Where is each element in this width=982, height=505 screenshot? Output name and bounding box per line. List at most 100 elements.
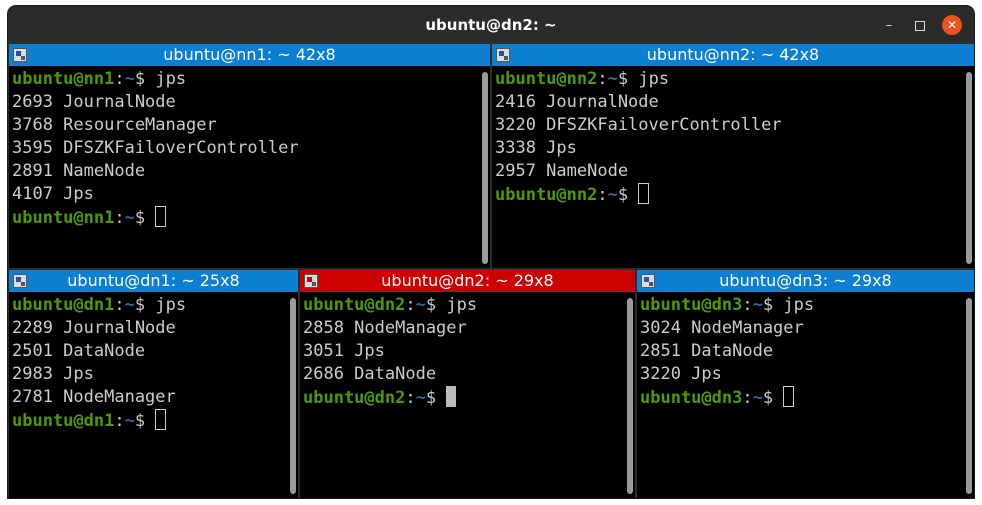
output-line: 2957 NameNode <box>495 161 629 181</box>
text-cursor <box>783 386 795 407</box>
prompt-user: ubuntu@dn3 <box>640 295 743 315</box>
terminal-menu-icon[interactable] <box>496 48 510 62</box>
output-line: 2686 DataNode <box>303 364 437 384</box>
terminal-menu-icon[interactable] <box>641 274 655 288</box>
prompt-user: ubuntu@dn2 <box>303 388 406 408</box>
prompt-separator: : <box>742 295 753 315</box>
command-line: ubuntu@dn3:~$ jps <box>640 294 962 317</box>
scrollbar[interactable] <box>482 72 488 264</box>
prompt-symbol: $ <box>134 411 156 431</box>
pane-title: ubuntu@nn2: ~ 42x8 <box>646 45 820 64</box>
terminal-menu-icon[interactable] <box>13 274 27 288</box>
prompt-separator: : <box>114 295 125 315</box>
terminal-menu-icon[interactable] <box>13 48 27 62</box>
output-line: 3338 Jps <box>495 138 577 158</box>
pane-title: ubuntu@dn2: ~ 29x8 <box>381 271 554 290</box>
pane-header-dn1[interactable]: ubuntu@dn1: ~ 25x8 <box>9 270 298 292</box>
output-line: 2851 DataNode <box>640 341 774 361</box>
prompt-separator: : <box>742 388 753 408</box>
output-line: 2983 Jps <box>12 364 94 384</box>
scrollbar[interactable] <box>966 298 972 494</box>
prompt-path: ~ <box>415 295 426 315</box>
prompt-path: ~ <box>607 185 618 205</box>
output-line: 3220 DFSZKFailoverController <box>495 115 782 135</box>
prompt-path: ~ <box>124 208 135 228</box>
prompt-symbol: $ <box>762 388 784 408</box>
pane-title: ubuntu@dn1: ~ 25x8 <box>67 271 240 290</box>
prompt-separator: : <box>597 69 608 89</box>
prompt-user: ubuntu@dn3 <box>640 388 743 408</box>
output-line: 2891 NameNode <box>12 161 146 181</box>
terminal-pane-dn2[interactable]: ubuntu@dn2: ~ 29x8 ubuntu@dn2:~$ jps 2858… <box>300 270 635 498</box>
title-bar[interactable]: ubuntu@dn2: ~ – ✕ <box>8 6 974 44</box>
pane-header-dn2-active[interactable]: ubuntu@dn2: ~ 29x8 <box>300 270 635 292</box>
output-line: 2781 NodeManager <box>12 387 176 407</box>
prompt-line: ubuntu@nn1:~$ <box>12 206 478 229</box>
terminal-pane-dn3[interactable]: ubuntu@dn3: ~ 29x8 ubuntu@dn3:~$ jps 3024… <box>637 270 974 498</box>
window-title: ubuntu@dn2: ~ <box>425 16 557 34</box>
prompt-path: ~ <box>752 295 763 315</box>
prompt-separator: : <box>405 388 416 408</box>
terminal-output[interactable]: ubuntu@dn1:~$ jps 2289 JournalNode 2501 Da… <box>12 294 286 498</box>
output-line: 2858 NodeManager <box>303 318 467 338</box>
prompt-symbol: $ <box>425 388 447 408</box>
command-text: jps <box>638 69 670 89</box>
prompt-symbol: $ <box>134 208 156 228</box>
terminal-output[interactable]: ubuntu@dn2:~$ jps 2858 NodeManager 3051 Jp… <box>303 294 623 498</box>
command-line: ubuntu@nn2:~$ jps <box>495 68 962 91</box>
terminal-pane-dn1[interactable]: ubuntu@dn1: ~ 25x8 ubuntu@dn1:~$ jps 2289… <box>9 270 298 498</box>
output-line: 3768 ResourceManager <box>12 115 217 135</box>
prompt-user: ubuntu@dn1 <box>12 295 115 315</box>
minimize-icon[interactable]: – <box>880 16 898 34</box>
output-line: 3051 Jps <box>303 341 385 361</box>
command-text: jps <box>155 69 187 89</box>
prompt-line: ubuntu@dn3:~$ <box>640 386 962 409</box>
terminal-output[interactable]: ubuntu@nn1:~$ jps 2693 JournalNode 3768 Re… <box>12 68 478 268</box>
command-line: ubuntu@dn2:~$ jps <box>303 294 623 317</box>
output-line: 2501 DataNode <box>12 341 146 361</box>
prompt-path: ~ <box>124 295 135 315</box>
prompt-line: ubuntu@dn1:~$ <box>12 409 286 432</box>
prompt-line: ubuntu@dn2:~$ <box>303 386 623 409</box>
command-text: jps <box>155 295 187 315</box>
prompt-symbol: $ <box>617 185 639 205</box>
prompt-user: ubuntu@dn2 <box>303 295 406 315</box>
prompt-user: ubuntu@nn2 <box>495 69 598 89</box>
command-line: ubuntu@nn1:~$ jps <box>12 68 478 91</box>
prompt-separator: : <box>114 411 125 431</box>
text-cursor <box>155 409 167 430</box>
pane-header-nn2[interactable]: ubuntu@nn2: ~ 42x8 <box>492 44 974 66</box>
text-cursor <box>155 206 167 227</box>
pane-header-nn1[interactable]: ubuntu@nn1: ~ 42x8 <box>9 44 490 66</box>
prompt-symbol: $ <box>762 295 784 315</box>
scrollbar[interactable] <box>966 72 972 264</box>
prompt-separator: : <box>114 69 125 89</box>
output-line: 3024 NodeManager <box>640 318 804 338</box>
prompt-user: ubuntu@dn1 <box>12 411 115 431</box>
pane-title: ubuntu@dn3: ~ 29x8 <box>719 271 892 290</box>
terminal-pane-nn1[interactable]: ubuntu@nn1: ~ 42x8 ubuntu@nn1:~$ jps 2693… <box>9 44 490 268</box>
prompt-path: ~ <box>124 411 135 431</box>
command-text: jps <box>446 295 478 315</box>
prompt-path: ~ <box>415 388 426 408</box>
output-line: 2693 JournalNode <box>12 92 176 112</box>
pane-header-dn3[interactable]: ubuntu@dn3: ~ 29x8 <box>637 270 974 292</box>
output-line: 2416 JournalNode <box>495 92 659 112</box>
terminal-menu-icon[interactable] <box>304 274 318 288</box>
output-line: 2289 JournalNode <box>12 318 176 338</box>
maximize-icon[interactable] <box>910 16 928 34</box>
output-line: 4107 Jps <box>12 184 94 204</box>
scrollbar[interactable] <box>290 298 296 494</box>
prompt-path: ~ <box>752 388 763 408</box>
prompt-user: ubuntu@nn2 <box>495 185 598 205</box>
prompt-user: ubuntu@nn1 <box>12 208 115 228</box>
prompt-path: ~ <box>607 69 618 89</box>
scrollbar[interactable] <box>627 298 633 494</box>
output-line: 3595 DFSZKFailoverController <box>12 138 299 158</box>
prompt-user: ubuntu@nn1 <box>12 69 115 89</box>
terminal-pane-nn2[interactable]: ubuntu@nn2: ~ 42x8 ubuntu@nn2:~$ jps 2416… <box>492 44 974 268</box>
terminal-output[interactable]: ubuntu@dn3:~$ jps 3024 NodeManager 2851 Da… <box>640 294 962 498</box>
terminal-output[interactable]: ubuntu@nn2:~$ jps 2416 JournalNode 3220 DF… <box>495 68 962 268</box>
prompt-symbol: $ <box>134 295 156 315</box>
close-icon[interactable]: ✕ <box>942 15 962 35</box>
